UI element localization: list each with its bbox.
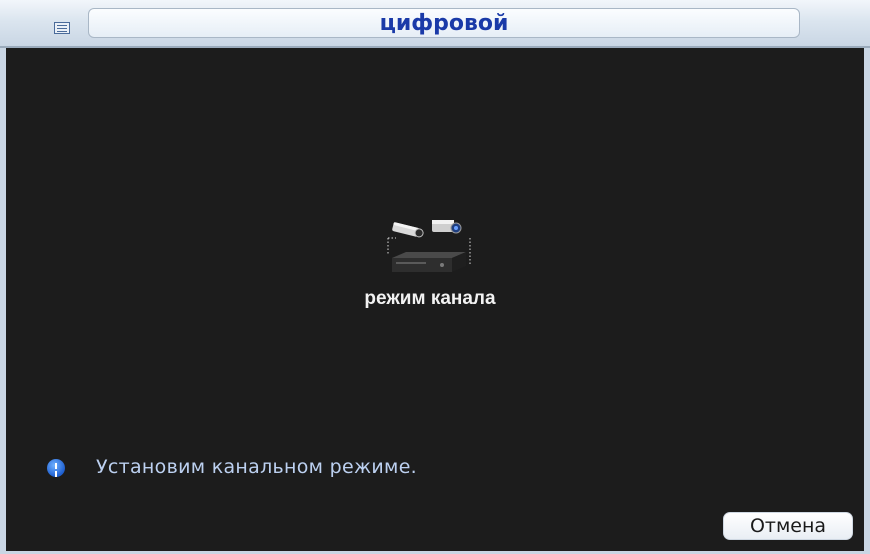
status-message: Установим канальном режиме.: [96, 456, 418, 478]
title-bar: цифровой: [0, 0, 870, 48]
camera-dvr-icon[interactable]: [384, 216, 474, 276]
title-field: цифровой: [88, 8, 800, 38]
info-icon: [47, 459, 65, 477]
menu-icon[interactable]: [54, 22, 70, 34]
window-title: цифровой: [379, 11, 509, 36]
channel-mode-label: режим канала: [364, 288, 496, 309]
cancel-button[interactable]: Отмена: [723, 512, 853, 540]
